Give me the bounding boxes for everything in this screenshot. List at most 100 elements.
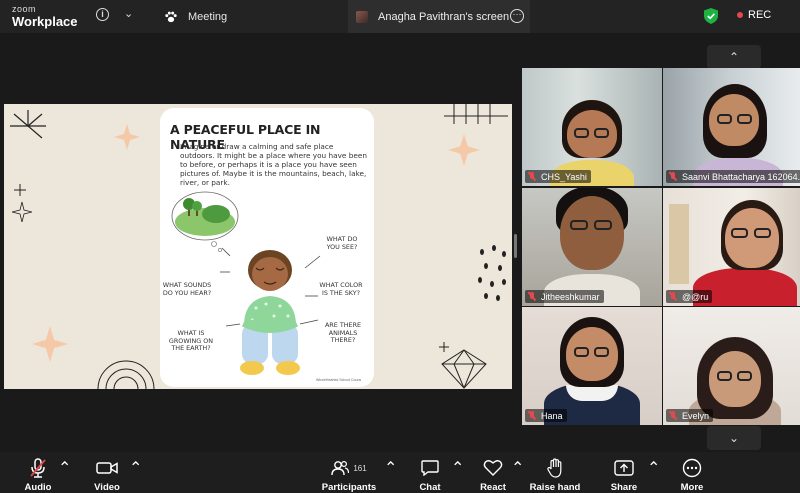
more-button[interactable]: More	[662, 458, 722, 493]
video-options-chevron-icon[interactable]: ⌃	[129, 458, 142, 478]
shelf-decoration	[669, 204, 689, 284]
glasses-icon	[715, 114, 755, 124]
paw-icon	[165, 11, 177, 22]
presenter-avatar	[356, 10, 368, 23]
question-sky-color: WHAT COLOR IS THE SKY?	[319, 281, 363, 297]
audio-label: Audio	[24, 482, 52, 493]
star-decoration-icon	[32, 326, 68, 362]
microphone-muted-icon	[669, 172, 677, 181]
participant-name: @@ru	[682, 291, 709, 302]
participant-tile[interactable]: Evelyn	[663, 307, 800, 425]
participant-face	[560, 196, 624, 270]
recording-label: REC	[748, 9, 772, 21]
worksheet-instructions: Imagine or draw a calming and safe place…	[180, 142, 367, 187]
top-bar: zoom Workplace i ⌄ Meeting Anagha Pavith…	[0, 0, 800, 33]
glasses-icon	[729, 228, 775, 238]
sparkle-decoration-icon	[12, 184, 32, 222]
info-icon[interactable]: i	[96, 8, 109, 21]
microphone-muted-icon	[669, 292, 677, 301]
participant-name-tag: CHS_Yashi	[525, 170, 591, 183]
tab-shared-screen-label: Anagha Pavithran's screen	[378, 10, 510, 23]
chevron-up-icon: ⌃	[728, 50, 740, 64]
question-what-hear: WHAT SOUNDS DO YOU HEAR?	[162, 281, 212, 297]
participants-icon	[331, 460, 350, 476]
participant-name-tag: Jitheeshkumar	[525, 290, 604, 303]
logo-zoom-text: zoom	[12, 4, 37, 14]
question-animals: ARE THERE ANIMALS THERE?	[324, 321, 362, 344]
heart-react-icon	[483, 460, 503, 476]
gallery-scroll-up-button[interactable]: ⌃	[707, 45, 761, 69]
question-what-see: WHAT DO YOU SEE?	[326, 235, 358, 251]
participant-tile[interactable]: CHS_Yashi	[522, 68, 662, 186]
react-label: React	[480, 482, 506, 493]
participant-name-tag: Hana	[525, 409, 567, 422]
recording-indicator[interactable]: REC	[737, 9, 771, 21]
raise-hand-icon	[547, 458, 562, 478]
glasses-icon	[572, 128, 612, 138]
participant-tile[interactable]: @@ru	[663, 188, 800, 306]
glasses-icon	[572, 347, 612, 357]
chat-options-chevron-icon[interactable]: ⌃	[451, 458, 464, 478]
question-what-growing: WHAT IS GROWING ON THE EARTH?	[168, 329, 214, 352]
worksheet-credit: WholeHearted School Couns	[316, 378, 362, 382]
more-label: More	[680, 482, 704, 493]
participant-tile[interactable]: Saanvi Bhattacharya 162064...	[663, 68, 800, 186]
participant-face	[725, 208, 779, 268]
video-button[interactable]: Video	[77, 458, 137, 493]
participants-count: 161	[353, 463, 367, 473]
participant-tile[interactable]: Hana	[522, 307, 662, 425]
react-options-chevron-icon[interactable]: ⌃	[511, 458, 524, 478]
worksheet-card: A PEACEFUL PLACE IN NATURE Imagine or dr…	[160, 108, 374, 387]
chevron-down-icon[interactable]: ⌄	[124, 7, 133, 20]
video-label: Video	[94, 482, 120, 493]
participant-name: Jitheeshkumar	[541, 291, 600, 302]
share-button[interactable]: Share	[594, 458, 654, 493]
shared-screen: A PEACEFUL PLACE IN NATURE Imagine or dr…	[4, 104, 512, 389]
microphone-muted-icon	[669, 411, 677, 420]
share-options-chevron-icon[interactable]: ⌃	[647, 458, 660, 478]
participant-name-tag: Evelyn	[666, 409, 714, 422]
tab-meeting[interactable]: Meeting	[158, 0, 344, 33]
meeting-controls-toolbar: Audio ⌃ Video ⌃ 161 Participants ⌃ Chat …	[0, 452, 800, 493]
participant-name: Saanvi Bhattacharya 162064...	[682, 171, 800, 182]
participants-label: Participants	[321, 482, 377, 493]
share-screen-icon	[614, 460, 634, 476]
chat-label: Chat	[419, 482, 441, 493]
participants-options-chevron-icon[interactable]: ⌃	[384, 458, 397, 478]
panel-resize-handle[interactable]	[514, 234, 517, 258]
participant-name-tag: Saanvi Bhattacharya 162064...	[666, 170, 800, 183]
dots-decoration-icon	[478, 245, 506, 301]
spiral-decoration-icon	[97, 360, 155, 389]
star-decoration-icon	[448, 134, 480, 166]
tab-meeting-label: Meeting	[188, 10, 228, 23]
chevron-down-icon: ⌄	[728, 431, 740, 445]
microphone-muted-icon	[528, 172, 536, 181]
video-camera-icon	[96, 462, 118, 474]
participant-tile[interactable]: Jitheeshkumar	[522, 188, 662, 306]
zoom-app-window: zoom Workplace i ⌄ Meeting Anagha Pavith…	[0, 0, 800, 493]
grid-lines-decoration-icon	[444, 104, 508, 124]
more-options-icon[interactable]: ···	[510, 9, 524, 23]
microphone-muted-icon	[30, 458, 46, 478]
microphone-muted-icon	[528, 292, 536, 301]
raise-hand-label: Raise hand	[529, 482, 581, 493]
microphone-muted-icon	[528, 411, 536, 420]
chat-bubble-icon	[421, 460, 439, 476]
participant-name: CHS_Yashi	[541, 171, 587, 182]
more-icon	[682, 458, 702, 478]
tab-shared-screen[interactable]: Anagha Pavithran's screen	[348, 0, 530, 33]
participants-button[interactable]: 161 Participants	[316, 458, 382, 493]
crystal-decoration-icon	[439, 342, 487, 389]
shirt-collar	[566, 385, 618, 401]
share-label: Share	[610, 482, 638, 493]
star-decoration-icon	[114, 124, 140, 150]
logo-workplace-text: Workplace	[12, 14, 78, 29]
security-shield-icon[interactable]	[704, 8, 718, 24]
raise-hand-button[interactable]: Raise hand	[524, 458, 586, 493]
audio-options-chevron-icon[interactable]: ⌃	[58, 458, 71, 478]
gallery-scroll-down-button[interactable]: ⌄	[707, 426, 761, 450]
glasses-icon	[715, 371, 755, 381]
glasses-icon	[568, 220, 616, 230]
recording-dot-icon	[737, 12, 743, 18]
participant-name: Evelyn	[682, 410, 710, 421]
